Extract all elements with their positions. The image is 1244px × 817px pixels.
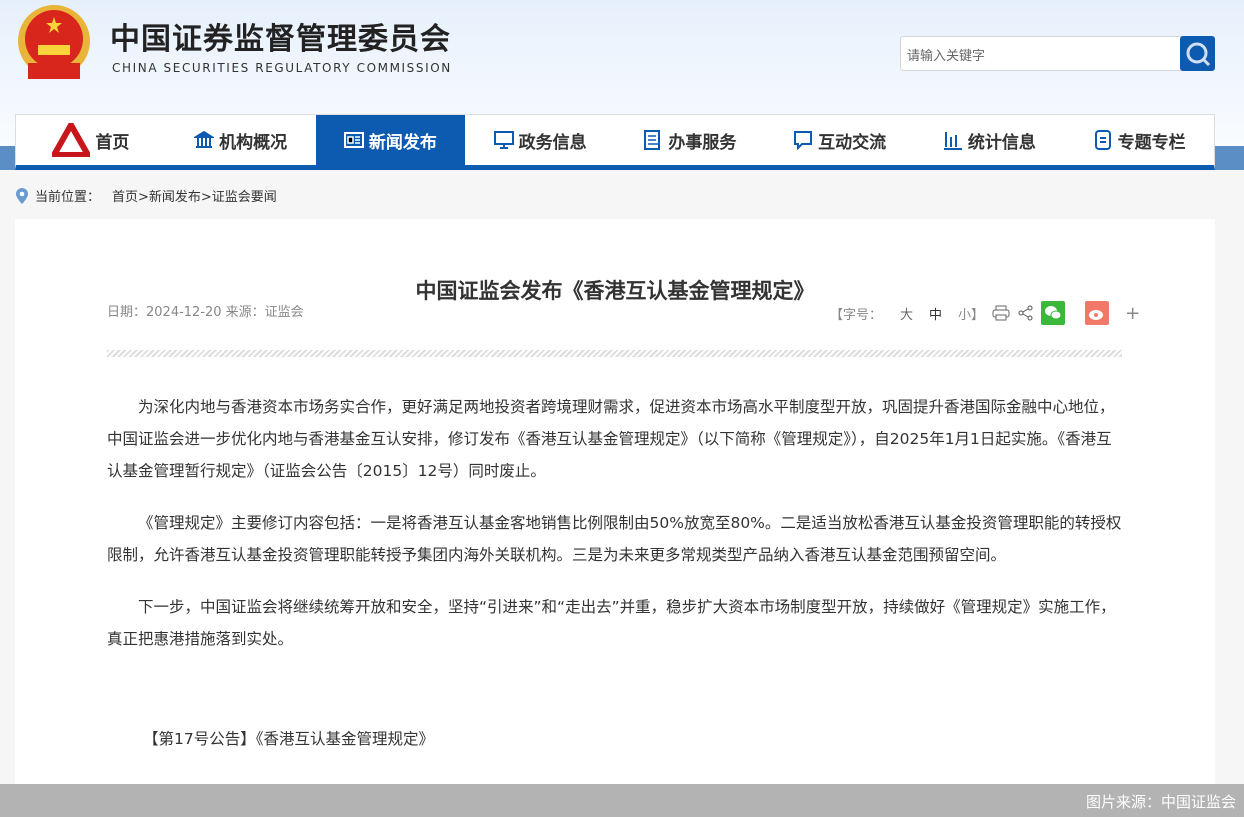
nav-about[interactable]: 机构概况 (166, 115, 316, 165)
paragraph: 为深化内地与香港资本市场务实合作，更好满足两地投资者跨境理财需求，促进资本市场高… (107, 398, 1115, 480)
nav-services[interactable]: 办事服务 (615, 115, 765, 165)
article-tools: 【字号： 大 中 小】 + (830, 301, 1140, 325)
breadcrumb: 当前位置： 首页>新闻发布>证监会要闻 (15, 186, 277, 205)
nav-label: 互动交流 (818, 132, 887, 153)
national-emblem-logo[interactable] (14, 3, 94, 85)
search-input[interactable]: 请输入关键字 (900, 36, 1182, 71)
search-button[interactable] (1180, 36, 1215, 71)
nav-label: 机构概况 (219, 132, 288, 153)
article-body: 为深化内地与香港资本市场务实合作，更好满足两地投资者跨境理财需求，促进资本市场高… (107, 391, 1122, 675)
paragraph: 下一步，中国证监会将继续统筹开放和安全，坚持“引进来”和“走出去”并重，稳步扩大… (107, 598, 1116, 648)
nav-topics[interactable]: 专题专栏 (1064, 115, 1214, 165)
newspaper-icon (343, 132, 364, 148)
chat-icon (794, 131, 813, 150)
location-pin-icon (16, 187, 28, 204)
font-small-button[interactable]: 小】 (958, 304, 984, 323)
attachment-link[interactable]: 【第17号公告】《香港互认基金管理规定》 (143, 727, 434, 749)
article-meta: 日期：2024-12-20 来源：证监会 (107, 305, 304, 320)
bank-icon (194, 130, 215, 148)
search-icon (1186, 42, 1211, 67)
nav-news[interactable]: 新闻发布 (315, 115, 466, 165)
paragraph: 《管理规定》主要修订内容包括：一是将香港互认基金客地销售比例限制由50%放宽至8… (107, 514, 1122, 564)
main-nav: 首页 机构概况 新闻发布 政务信息 办事服务 互动交流 统计信息 专题专栏 (15, 114, 1215, 170)
nav-label: 首页 (95, 132, 130, 153)
wechat-icon[interactable] (1041, 301, 1066, 325)
more-share-icon[interactable]: + (1125, 303, 1140, 324)
nav-label: 新闻发布 (368, 132, 437, 153)
nav-label: 统计信息 (967, 132, 1036, 153)
nav-label: 政务信息 (518, 132, 587, 153)
image-source-caption: 图片来源：中国证监会 (0, 784, 1244, 817)
article-card: 中国证监会发布《香港互认基金管理规定》 日期：2024-12-20 来源：证监会… (15, 219, 1215, 785)
nav-label: 专题专栏 (1117, 132, 1186, 153)
nav-label: 办事服务 (668, 132, 737, 153)
nav-statistics[interactable]: 统计信息 (915, 115, 1065, 165)
document-list-icon (644, 130, 661, 150)
nav-home[interactable]: 首页 (16, 115, 166, 165)
bar-chart-icon (943, 132, 962, 150)
font-large-button[interactable]: 大 (900, 304, 913, 323)
site-subtitle: CHINA SECURITIES REGULATORY COMMISSION (112, 61, 452, 75)
nav-gov-info[interactable]: 政务信息 (465, 115, 615, 165)
monitor-icon (493, 131, 514, 149)
share-icon[interactable] (1018, 305, 1033, 321)
weibo-icon[interactable] (1085, 301, 1110, 325)
file-icon (1094, 130, 1111, 150)
csrc-logo-icon (52, 123, 91, 157)
divider (107, 350, 1122, 357)
breadcrumb-path[interactable]: 首页>新闻发布>证监会要闻 (112, 186, 277, 205)
breadcrumb-label: 当前位置： (35, 190, 101, 205)
font-size-label: 【字号： (830, 307, 883, 323)
print-icon[interactable] (992, 305, 1010, 321)
site-title: 中国证券监督管理委员会 (110, 22, 451, 57)
nav-interaction[interactable]: 互动交流 (765, 115, 915, 165)
font-medium-button[interactable]: 中 (929, 304, 942, 323)
